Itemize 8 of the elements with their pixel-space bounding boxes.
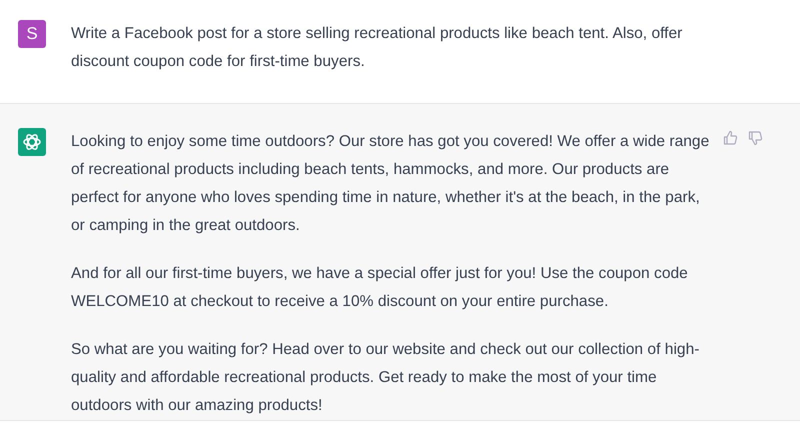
knot-logo-icon xyxy=(22,132,42,152)
thumbs-down-icon[interactable] xyxy=(748,130,763,146)
thumbs-up-icon[interactable] xyxy=(723,130,738,146)
message-text: Looking to enjoy some time outdoors? Our store has got you covered! We offer a wide range of recreational products including beach tents, hammocks, and more. Our products are perfect for anyone who loves spending time in nature, whether it's at the beach, in the park, or camping in the great outdoors. xyxy=(71,132,710,236)
message-text: So what are you waiting for? Head over to our website and check out our collection of high-quality and affordable recreational products. Get ready to make the most of your time outdoors with our amazing products! xyxy=(71,340,700,416)
message-text: Write a Facebook post for a store selling recreational products like beach tent. Also, offer discount coupon code for first-time buyers. xyxy=(71,24,684,72)
user-avatar: S xyxy=(18,20,46,48)
message-text: And for all our first-time buyers, we have a special offer just for you! Use the coupon code WELCOME10 at checkout to receive a 10% discount on your entire purchase. xyxy=(71,264,689,312)
